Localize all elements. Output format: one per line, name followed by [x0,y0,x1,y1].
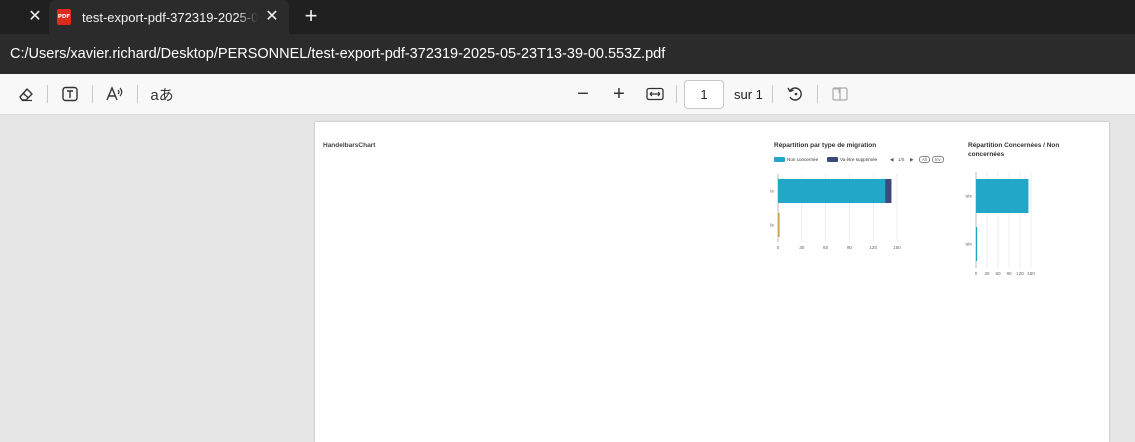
pdf-viewer[interactable]: HandelbarsChart Répartition par type de … [0,115,1135,442]
chart1-category-label: Non concernée [770,189,774,194]
chart1-bar [778,179,886,203]
chart1-plot: 0 30 60 90 120 150 Non concernée Réalisable [770,174,901,250]
legend-label[interactable]: Non concernée [787,156,818,163]
two-page-icon[interactable] [829,83,851,105]
pdf-page: HandelbarsChart Répartition par type de … [315,122,1109,442]
read-aloud-icon[interactable] [104,83,126,105]
legend-all-button[interactable]: All [919,156,930,163]
eraser-icon[interactable] [15,83,37,105]
chart1-x-tick-label: 150 [893,245,901,250]
chart1-x-tick-label: 120 [869,245,877,250]
toolbar-divider [676,85,677,103]
chart2-x-tick-label: 150 [1027,271,1035,276]
document-title: HandelbarsChart [323,142,376,149]
translate-icon[interactable]: aあ [149,83,175,105]
chart2-x-tick-label: 30 [984,271,990,276]
address-bar[interactable]: C:/Users/xavier.richard/Desktop/PERSONNE… [0,34,1135,74]
chart2-plot: 0 30 60 90 120150 Non concernée Concernée [965,172,1035,276]
tab-strip: ✕ PDF test-export-pdf-372319-2025-05-23T… [0,0,1135,34]
zoom-out-icon[interactable]: − [572,83,594,105]
chart2-category-label: Concernée [965,242,972,247]
legend-page-indicator: 1/5 [898,157,905,162]
toolbar-divider [137,85,138,103]
chart1-bar [778,213,780,237]
chart2-bar [976,227,978,261]
toolbar-divider [47,85,48,103]
legend-inv-button[interactable]: Inv [932,156,944,163]
chart2-category-label: Non concernée [965,194,972,199]
zoom-in-icon[interactable]: + [608,83,630,105]
pdf-file-icon: PDF [57,9,71,25]
chart1-x-tick-label: 0 [777,245,780,250]
toolbar-divider [817,85,818,103]
pdf-toolbar: aあ − + 1 sur 1 [0,74,1135,115]
chart1-title: Répartition par type de migration [774,142,877,149]
fit-width-icon[interactable] [644,83,666,105]
chart1-x-tick-label: 30 [799,245,805,250]
chart2-bar [976,179,1029,213]
legend-next-icon[interactable]: ▶ [910,156,914,163]
page-total-label: sur 1 [734,87,763,102]
chart1-bar [885,179,892,203]
address-url[interactable]: C:/Users/xavier.richard/Desktop/PERSONNE… [10,45,665,63]
close-tab-icon[interactable]: ✕ [263,8,281,26]
chart1-category-label: Réalisable [770,223,774,228]
chart2-title: Répartition Concernées / Non concernées [968,142,1060,158]
chart1-x-tick-label: 60 [823,245,829,250]
close-tab-icon[interactable]: ✕ [26,8,44,26]
legend-label[interactable]: Va être supprimée [840,156,877,163]
rotate-icon[interactable] [784,83,806,105]
legend-swatch [827,157,838,162]
text-box-icon[interactable] [59,83,81,105]
page-number-input[interactable]: 1 [684,80,724,109]
legend-prev-icon[interactable]: ◀ [890,156,894,163]
chart2-x-tick-label: 90 [1006,271,1012,276]
toolbar-divider [92,85,93,103]
chart2-x-tick-label: 0 [975,271,978,276]
legend-swatch [774,157,785,162]
chart1-x-tick-label: 90 [847,245,853,250]
new-tab-button[interactable]: + [300,5,322,27]
tab-active[interactable]: PDF test-export-pdf-372319-2025-05-23T13… [49,0,289,34]
toolbar-divider [772,85,773,103]
chart2-x-tick-label: 60 [995,271,1001,276]
chart2-x-tick-label: 120 [1016,271,1024,276]
tab-title: test-export-pdf-372319-2025-05-23T13-39-… [82,10,258,25]
